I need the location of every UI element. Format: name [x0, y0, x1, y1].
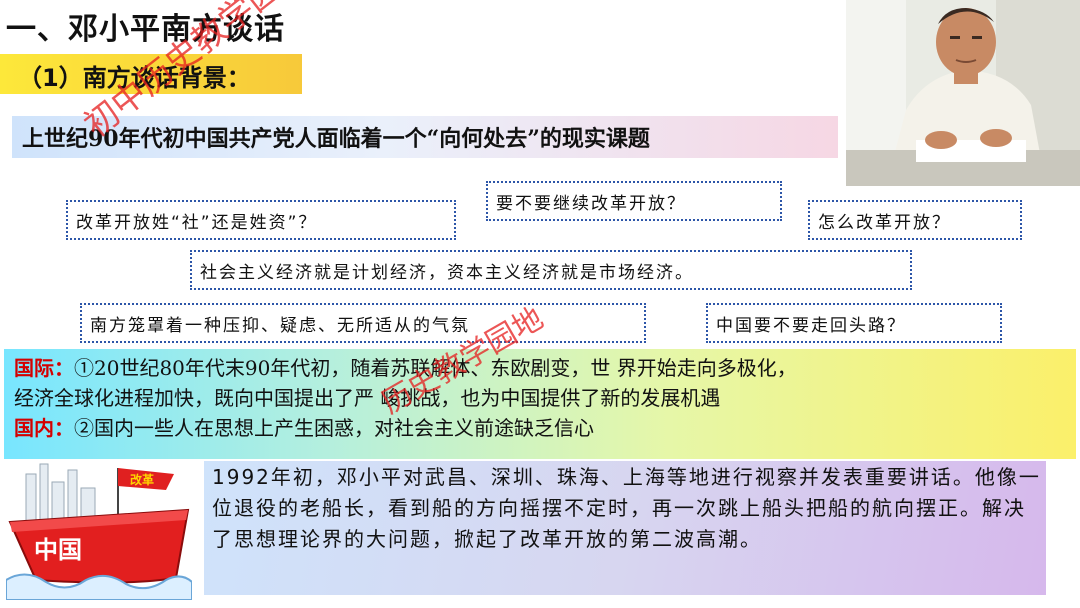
international-label: 国际：	[14, 356, 74, 380]
question-box-planned-vs-market: 社会主义经济就是计划经济，资本主义经济就是市场经济。	[190, 250, 912, 290]
ship-illustration: 改革 中国	[6, 460, 192, 600]
international-text-2: 经济全球化进程加快，既向中国提出了严 峻挑战，也为中国提供了新的发展机遇	[14, 386, 721, 410]
question-box-turn-back: 中国要不要走回头路？	[706, 303, 1002, 343]
narrative-text: 1992年初，邓小平对武昌、深圳、珠海、上海等地进行视察并发表重要讲话。他像一位…	[212, 465, 1041, 551]
domestic-line: 国内：②国内一些人在思想上产生困惑，对社会主义前途缺乏信心	[14, 413, 1066, 443]
domestic-text: ②国内一些人在思想上产生困惑，对社会主义前途缺乏信心	[74, 416, 594, 440]
domestic-label: 国内：	[14, 416, 74, 440]
question-box-how-to-reform: 怎么改革开放？	[808, 200, 1022, 240]
portrait-photo	[846, 0, 1080, 186]
question-box-oppressive-atmosphere: 南方笼罩着一种压抑、疑虑、无所适从的气氛	[80, 303, 646, 343]
background-context-panel: 国际：①20世纪80年代末90年代初，随着苏联解体、东欧剧变，世 界开始走向多极…	[4, 349, 1076, 459]
question-box-socialism-or-capitalism: 改革开放姓“社”还是姓资”？	[66, 200, 456, 240]
flag-text: 改革	[130, 472, 154, 487]
question-box-continue-reform: 要不要继续改革开放？	[486, 181, 782, 221]
international-line-1: 国际：①20世纪80年代末90年代初，随着苏联解体、东欧剧变，世 界开始走向多极…	[14, 353, 1066, 383]
hull-text: 中国	[34, 536, 82, 564]
